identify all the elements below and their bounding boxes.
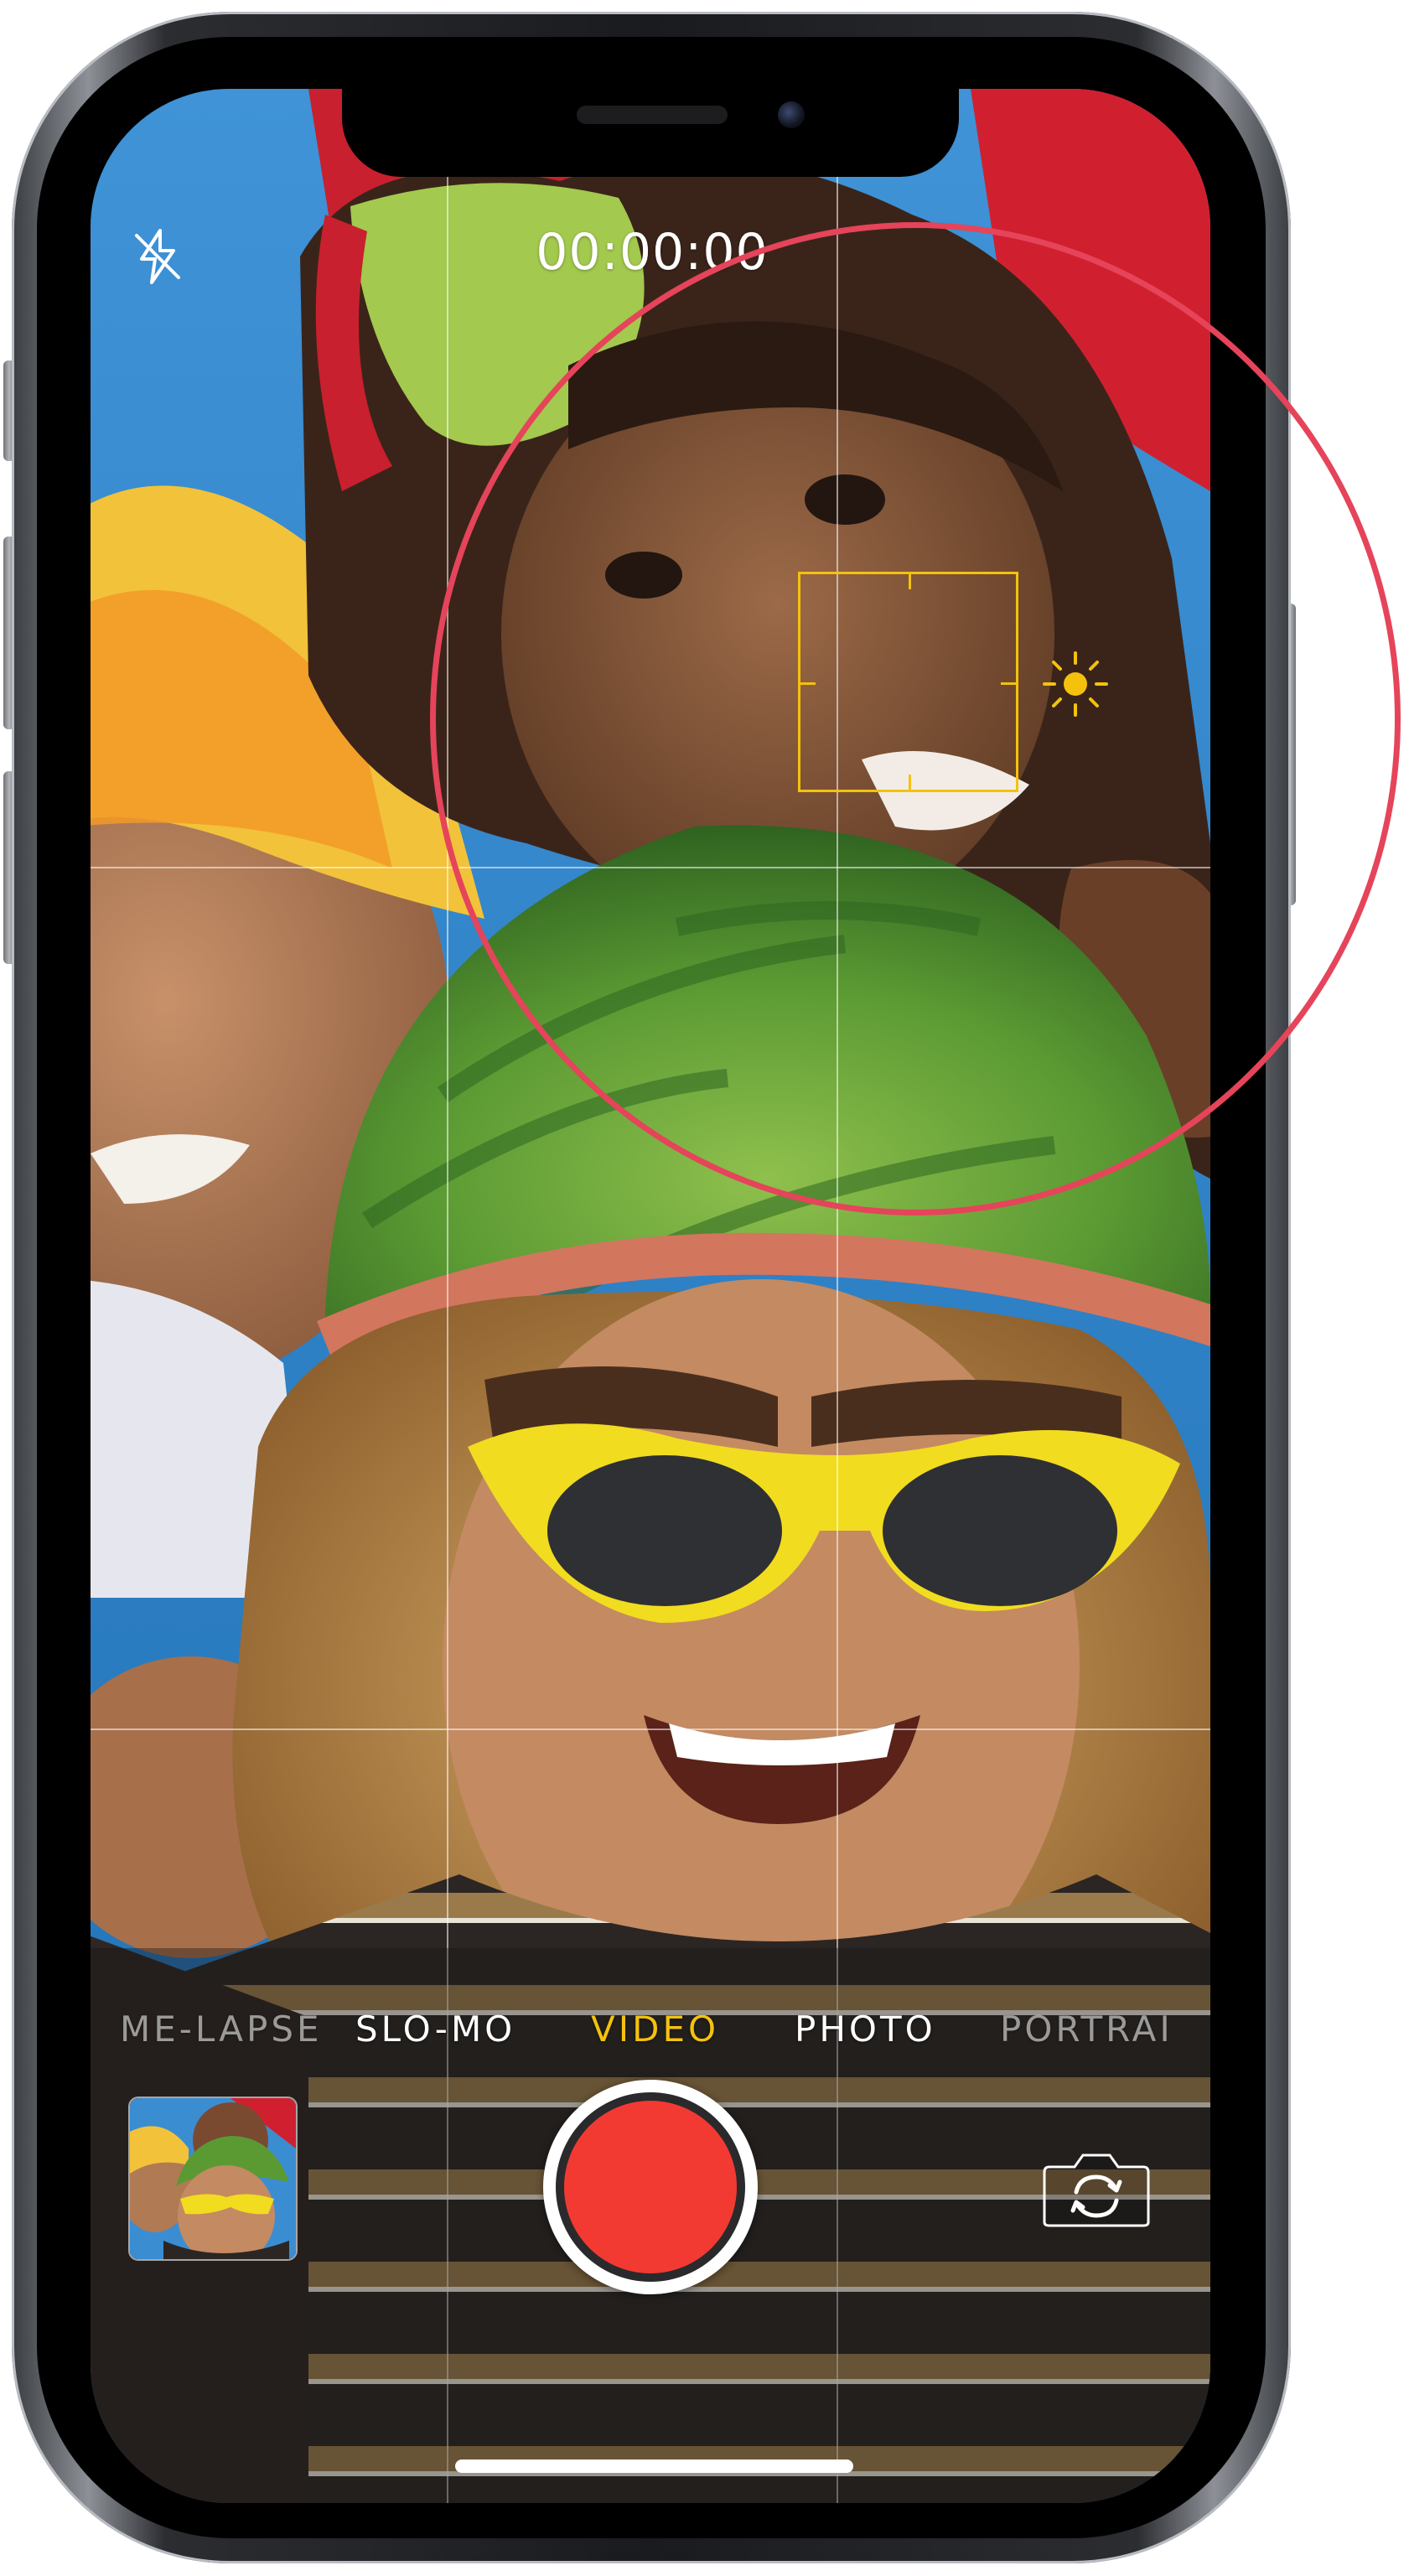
home-indicator[interactable] [455, 2459, 853, 2473]
front-camera [778, 101, 805, 128]
camera-screen: 00:00:00 ME-LAPSE SLO-MO VIDEO PHOTO POR… [91, 89, 1210, 2503]
mode-video[interactable]: VIDEO [591, 2008, 719, 2050]
focus-tick-left [800, 682, 816, 685]
focus-tick-right [1001, 682, 1016, 685]
recording-timer: 00:00:00 [536, 223, 769, 282]
mode-slo-mo[interactable]: SLO-MO [355, 2008, 515, 2050]
flip-camera-icon [1043, 2154, 1150, 2227]
thumbnail-image [130, 2098, 296, 2259]
notch [342, 89, 959, 177]
record-button-core [564, 2101, 737, 2273]
flash-button[interactable] [120, 219, 195, 294]
focus-tick-bottom [909, 775, 911, 790]
mode-time-lapse[interactable]: ME-LAPSE [120, 2008, 323, 2050]
canvas: 00:00:00 ME-LAPSE SLO-MO VIDEO PHOTO POR… [0, 0, 1409, 2576]
focus-tick-top [909, 574, 911, 589]
grid-line-horizontal-2 [91, 1729, 1210, 1730]
flash-off-icon [135, 229, 180, 284]
mode-photo[interactable]: PHOTO [795, 2008, 936, 2050]
sun-icon[interactable] [1038, 646, 1113, 722]
mode-portrait[interactable]: PORTRAI [1000, 2008, 1173, 2050]
grid-line-horizontal-1 [91, 867, 1210, 868]
earpiece-speaker [577, 106, 728, 124]
record-button[interactable] [543, 2080, 758, 2294]
photo-thumbnail[interactable] [128, 2097, 298, 2261]
flip-camera-button[interactable] [1038, 2143, 1155, 2235]
focus-box[interactable] [798, 572, 1018, 792]
camera-mode-selector[interactable]: ME-LAPSE SLO-MO VIDEO PHOTO PORTRAI [91, 2008, 1210, 2067]
